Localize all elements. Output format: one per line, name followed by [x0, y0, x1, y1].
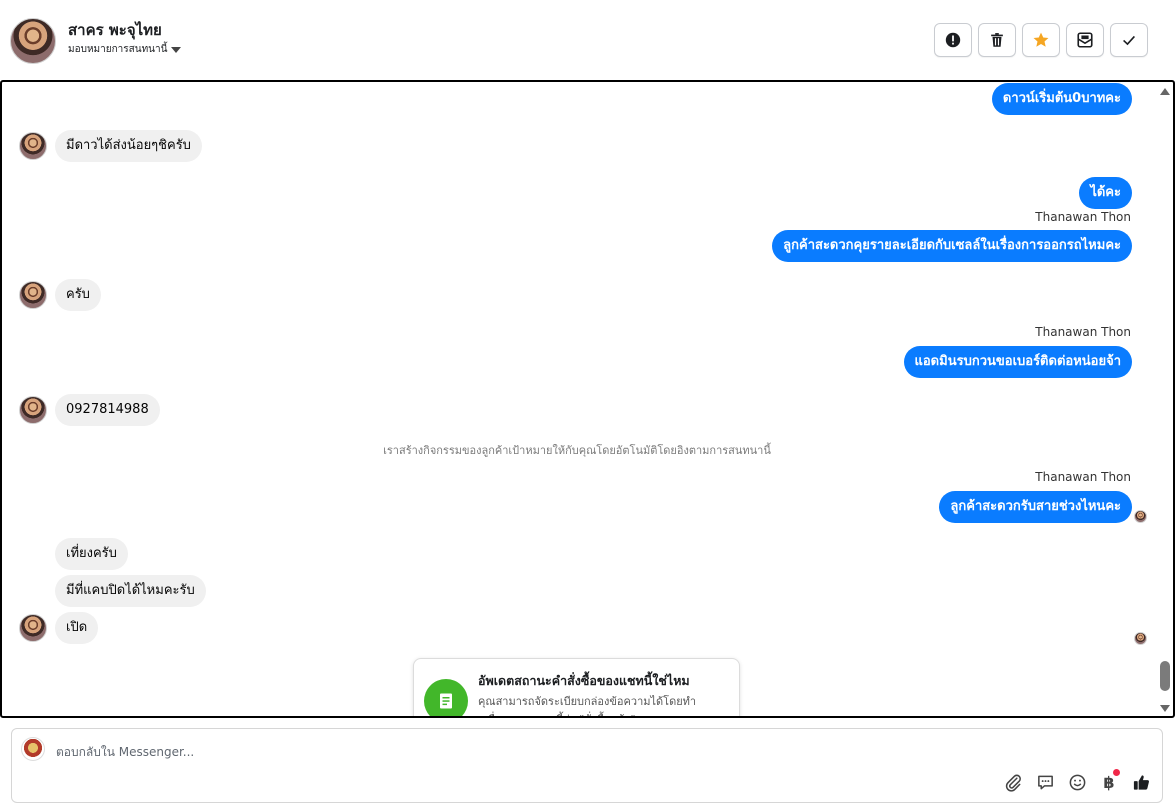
- incoming-message: มีที่แคบปิดได้ไหมคะรับ: [19, 575, 206, 607]
- baht-icon: ฿: [1103, 772, 1115, 792]
- message-bubble: มีที่แคบปิดได้ไหมคะรับ: [55, 575, 206, 607]
- attach-button[interactable]: [1002, 771, 1024, 793]
- seen-avatar: [1134, 632, 1147, 645]
- mark-spam-button[interactable]: [934, 23, 972, 57]
- message-bubble: แอดมินรบกวนขอเบอร์ติดต่อหน่อยจ้า: [903, 346, 1132, 378]
- star-button[interactable]: [1022, 23, 1060, 57]
- outgoing-message: แอดมินรบกวนขอเบอร์ติดต่อหน่อยจ้า: [903, 346, 1132, 378]
- notification-dot: [1113, 769, 1120, 776]
- prompt-title: อัพเดตสถานะคำสั่งซื้อของแชทนี้ใช่ไหม: [478, 673, 690, 688]
- incoming-message: เปิด: [19, 612, 99, 644]
- reply-input[interactable]: ตอบกลับใน Messenger...: [56, 743, 194, 762]
- emoji-icon: [1069, 774, 1085, 790]
- sender-name: Thanawan Thon: [1035, 325, 1131, 339]
- attachment-icon: [1005, 774, 1021, 792]
- mark-unread-button[interactable]: [1066, 23, 1104, 57]
- outgoing-message: ได้คะ: [1079, 177, 1132, 209]
- system-note: เราสร้างกิจกรรมของลูกค้าเป้าหมายให้กับคุ…: [383, 444, 771, 457]
- message-thread[interactable]: ดาวน์เริ่มต้น0บาทคะ มีดาวได้ส่งน้อยๆชิคร…: [0, 80, 1175, 718]
- thread-scrollbar[interactable]: [1159, 84, 1171, 714]
- delete-button[interactable]: [978, 23, 1016, 57]
- contact-name[interactable]: สาคร พะจุไทย: [68, 18, 162, 42]
- composer-tools: ฿: [1002, 769, 1152, 793]
- scroll-up-arrow-icon[interactable]: [1160, 88, 1170, 95]
- outgoing-message: ลูกค้าสะดวกรับสายช่วงไหนคะ: [939, 491, 1132, 523]
- assign-label: มอบหมายการสนทนานี้: [68, 44, 168, 55]
- outgoing-message: ลูกค้าสะดวกคุยรายละเอียดกับเซลล์ในเรื่อง…: [772, 230, 1132, 262]
- contact-avatar: [19, 132, 47, 160]
- prompt-description: คุณสามารถจัดระเบียบกล่องข้อความได้โดยทำเ…: [478, 695, 697, 716]
- contact-avatar[interactable]: [10, 18, 56, 64]
- incoming-message: ครับ: [19, 279, 101, 311]
- order-receipt-icon: [424, 679, 468, 716]
- conversation-header: สาคร พะจุไทย มอบหมายการสนทนานี้: [0, 0, 1175, 80]
- sender-name: Thanawan Thon: [1035, 470, 1131, 484]
- message-bubble: ลูกค้าสะดวกรับสายช่วงไหนคะ: [939, 491, 1132, 523]
- incoming-message: 0927814988: [19, 394, 160, 426]
- message-bubble: ดาวน์เริ่มต้น0บาทคะ: [991, 83, 1132, 115]
- saved-reply-icon: [1037, 775, 1053, 789]
- message-bubble: ครับ: [55, 279, 101, 311]
- sender-name: Thanawan Thon: [1035, 210, 1131, 224]
- assign-conversation-dropdown[interactable]: มอบหมายการสนทนานี้: [68, 42, 182, 57]
- mark-unread-icon: [1077, 32, 1093, 48]
- order-status-prompt[interactable]: อัพเดตสถานะคำสั่งซื้อของแชทนี้ใช่ไหม คุณ…: [413, 658, 740, 716]
- caret-down-icon: [171, 46, 182, 53]
- scroll-down-arrow-icon[interactable]: [1160, 705, 1170, 712]
- message-bubble: ได้คะ: [1079, 177, 1132, 209]
- alert-icon: [945, 32, 961, 48]
- page-avatar: [21, 737, 45, 761]
- header-actions: [934, 23, 1148, 57]
- incoming-message: มีดาวได้ส่งน้อยๆชิครับ: [19, 130, 202, 162]
- reply-composer[interactable]: ตอบกลับใน Messenger... ฿: [11, 728, 1163, 803]
- contact-avatar: [19, 396, 47, 424]
- like-icon: [1133, 774, 1149, 790]
- mark-done-button[interactable]: [1110, 23, 1148, 57]
- like-button[interactable]: [1130, 771, 1152, 793]
- contact-avatar: [19, 281, 47, 309]
- payment-button[interactable]: ฿: [1098, 769, 1120, 793]
- message-bubble: เที่ยงครับ: [55, 538, 128, 570]
- saved-replies-button[interactable]: [1034, 771, 1056, 793]
- message-bubble: ลูกค้าสะดวกคุยรายละเอียดกับเซลล์ในเรื่อง…: [772, 230, 1132, 262]
- trash-icon: [991, 33, 1003, 47]
- check-icon: [1123, 35, 1136, 46]
- seen-avatar: [1134, 510, 1147, 523]
- outgoing-message: ดาวน์เริ่มต้น0บาทคะ: [991, 83, 1132, 115]
- scroll-thumb[interactable]: [1160, 661, 1170, 691]
- message-bubble: เปิด: [55, 612, 99, 644]
- message-bubble: 0927814988: [55, 394, 160, 426]
- message-bubble: มีดาวได้ส่งน้อยๆชิครับ: [55, 130, 202, 162]
- incoming-message: เที่ยงครับ: [19, 538, 128, 570]
- star-icon: [1033, 32, 1049, 47]
- emoji-button[interactable]: [1066, 771, 1088, 793]
- contact-avatar: [19, 614, 47, 642]
